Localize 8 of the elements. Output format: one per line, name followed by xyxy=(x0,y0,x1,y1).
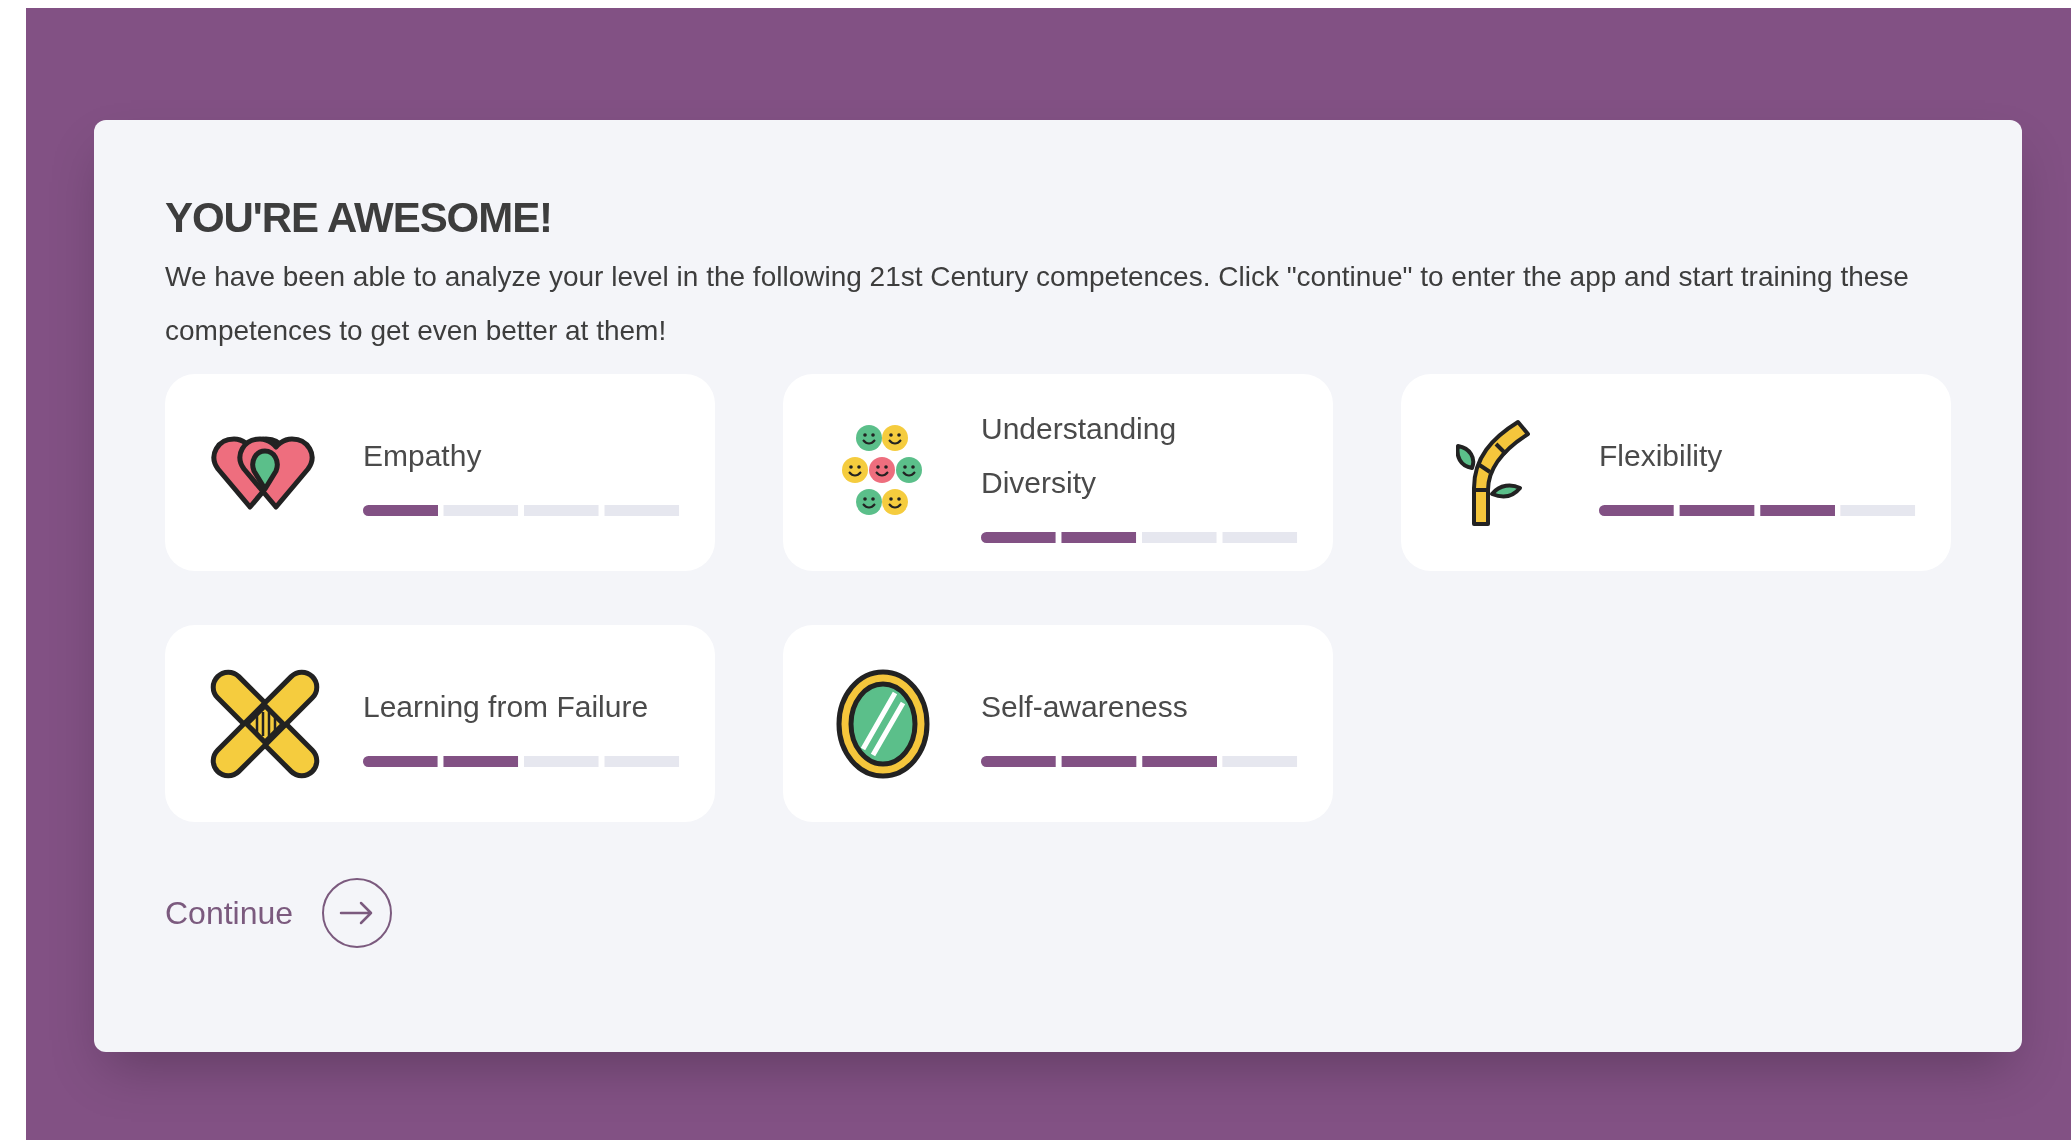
heading: YOU'RE AWESOME! xyxy=(165,193,553,243)
competence-name: Self-awareness xyxy=(981,689,1189,725)
competence-name: Learning from Failure xyxy=(363,689,650,725)
competence-name: Understanding Diversity xyxy=(981,411,1178,501)
intro-text: We have been able to analyze your level in the following 21st Century competences. Click "continue" to enter the app and start training these competences to get even better at them! xyxy=(165,260,1910,348)
competence-name: Flexibility xyxy=(1599,438,1724,474)
continue-button[interactable]: Continue xyxy=(165,877,394,949)
competence-name: Empathy xyxy=(363,438,483,474)
